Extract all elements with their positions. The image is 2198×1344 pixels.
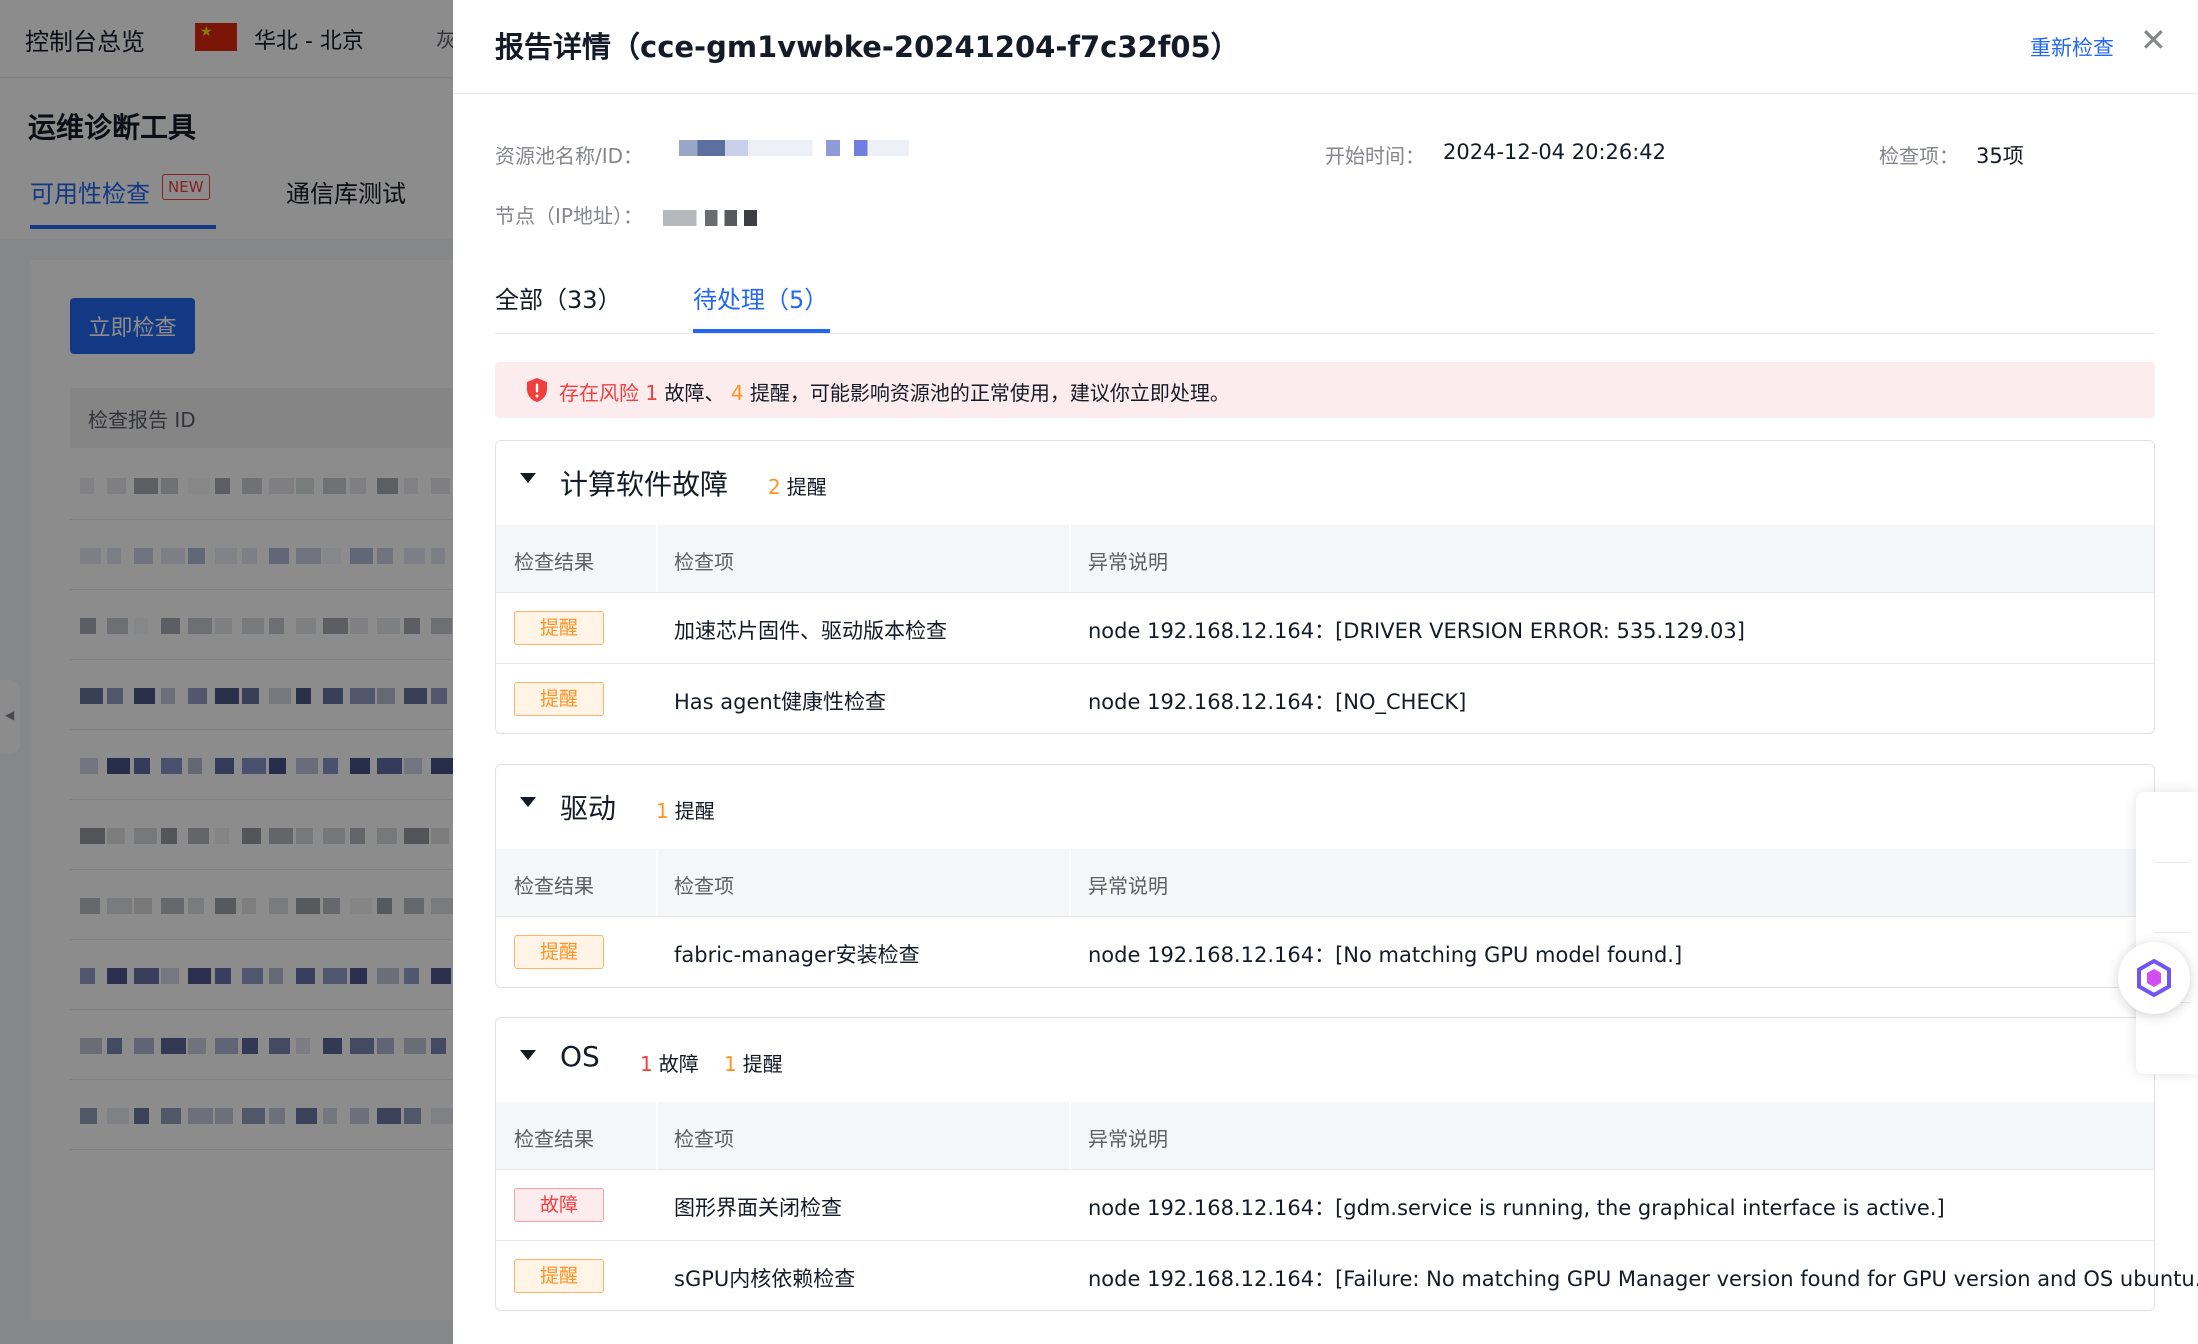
section-title: 驱动	[560, 792, 617, 825]
alert-warn-count: 4	[730, 381, 744, 405]
section-card: 计算软件故障 2 提醒 检查结果 检查项 异常说明 提醒 加速芯片固件、驱动版本检…	[495, 440, 2155, 734]
check-item: fabric-manager安装检查	[674, 943, 920, 967]
anomaly-desc: node 192.168.12.164：[Failure: No matchin…	[1088, 1267, 2198, 1291]
col-item-header: 检查项	[674, 550, 734, 574]
close-icon[interactable]: ✕	[2140, 24, 2167, 56]
check-items-value: 35项	[1976, 144, 2024, 168]
anomaly-desc: node 192.168.12.164：[NO_CHECK]	[1088, 690, 1467, 714]
section-header[interactable]: 计算软件故障 2 提醒	[496, 441, 2154, 525]
status-badge: 提醒	[514, 611, 604, 645]
caret-down-icon[interactable]	[520, 797, 536, 807]
section-header[interactable]: OS 1 故障 1 提醒	[496, 1018, 2154, 1102]
col-result-header: 检查结果	[514, 1127, 594, 1151]
table-header: 检查结果 检查项 异常说明	[496, 1102, 2154, 1169]
node-label: 节点（IP地址）：	[495, 204, 643, 228]
anomaly-desc: node 192.168.12.164：[No matching GPU mod…	[1088, 943, 1683, 967]
col-result-header: 检查结果	[514, 874, 594, 898]
drawer-title: 报告详情（cce-gm1vwbke-20241204-f7c32f05）	[495, 30, 1240, 64]
section-header[interactable]: 驱动 1 提醒	[496, 765, 2154, 849]
col-result-header: 检查结果	[514, 550, 594, 574]
status-badge: 提醒	[514, 1259, 604, 1293]
section-count: 1 提醒	[656, 799, 715, 823]
start-time-value: 2024-12-04 20:26:42	[1443, 140, 1667, 164]
alert-fault-count: 1	[645, 381, 659, 405]
section-card: OS 1 故障 1 提醒 检查结果 检查项 异常说明 故障 图形界面关闭检查 nod…	[495, 1017, 2198, 1311]
status-badge: 提醒	[514, 935, 604, 969]
caret-down-icon[interactable]	[520, 473, 536, 483]
section-count: 1 故障	[640, 1052, 699, 1076]
caret-down-icon[interactable]	[520, 1050, 536, 1060]
risk-alert: 存在风险 1 故障、 4 提醒，可能影响资源池的正常使用，建议你立即处理。	[495, 362, 2155, 418]
col-desc-header: 异常说明	[1088, 1127, 1168, 1151]
col-desc-header: 异常说明	[1088, 874, 1168, 898]
floating-toolbar[interactable]	[2136, 792, 2198, 1074]
check-item: 加速芯片固件、驱动版本检查	[674, 619, 947, 643]
alert-risk-label: 存在风险	[559, 381, 639, 405]
table-row: 提醒 sGPU内核依赖检查 node 192.168.12.164：[Failu…	[496, 1240, 2198, 1311]
check-item: Has agent健康性检查	[674, 690, 886, 714]
masked-node-ip	[663, 210, 803, 226]
anomaly-desc: node 192.168.12.164：[gdm.service is runn…	[1088, 1196, 1945, 1220]
section-card: 驱动 1 提醒 检查结果 检查项 异常说明 提醒 fabric-manager安装…	[495, 764, 2155, 988]
drawer-header: 报告详情（cce-gm1vwbke-20241204-f7c32f05） 重新检…	[453, 0, 2198, 94]
pool-label: 资源池名称/ID：	[495, 144, 644, 168]
table-row: 故障 图形界面关闭检查 node 192.168.12.164：[gdm.ser…	[496, 1169, 2154, 1240]
assistant-bot-icon[interactable]	[2118, 942, 2190, 1014]
table-row: 提醒 fabric-manager安装检查 node 192.168.12.16…	[496, 916, 2154, 987]
status-tabs: 全部（33） 待处理（5）	[495, 270, 2155, 334]
section-title: OS	[560, 1040, 600, 1073]
tab-active-indicator	[693, 329, 830, 333]
status-badge: 提醒	[514, 682, 604, 716]
recheck-link[interactable]: 重新检查	[2030, 32, 2114, 62]
report-detail-drawer: 报告详情（cce-gm1vwbke-20241204-f7c32f05） 重新检…	[453, 0, 2198, 1344]
check-items-label: 检查项：	[1879, 144, 1959, 168]
section-title: 计算软件故障	[560, 468, 729, 501]
shield-alert-icon	[527, 378, 547, 402]
table-row: 提醒 加速芯片固件、驱动版本检查 node 192.168.12.164：[DR…	[496, 592, 2154, 663]
anomaly-desc: node 192.168.12.164：[DRIVER VERSION ERRO…	[1088, 619, 1745, 643]
col-desc-header: 异常说明	[1088, 550, 1168, 574]
check-item: sGPU内核依赖检查	[674, 1267, 856, 1291]
start-time-label: 开始时间：	[1325, 144, 1425, 168]
col-item-header: 检查项	[674, 874, 734, 898]
table-header: 检查结果 检查项 异常说明	[496, 525, 2154, 592]
status-badge: 故障	[514, 1188, 604, 1222]
alert-rest: 提醒，可能影响资源池的正常使用，建议你立即处理。	[749, 381, 1230, 405]
tab-all[interactable]: 全部（33）	[495, 280, 622, 315]
check-item: 图形界面关闭检查	[674, 1196, 842, 1220]
section-count: 1 提醒	[724, 1052, 783, 1076]
table-header: 检查结果 检查项 异常说明	[496, 849, 2154, 916]
section-count: 2 提醒	[768, 475, 827, 499]
tab-pending[interactable]: 待处理（5）	[693, 280, 828, 315]
alert-fault-word: 故障、	[664, 381, 725, 405]
table-row: 提醒 Has agent健康性检查 node 192.168.12.164：[N…	[496, 663, 2154, 734]
masked-pool-id	[679, 140, 909, 156]
alert-text: 存在风险 1 故障、 4 提醒，可能影响资源池的正常使用，建议你立即处理。	[559, 377, 1230, 406]
col-item-header: 检查项	[674, 1127, 734, 1151]
